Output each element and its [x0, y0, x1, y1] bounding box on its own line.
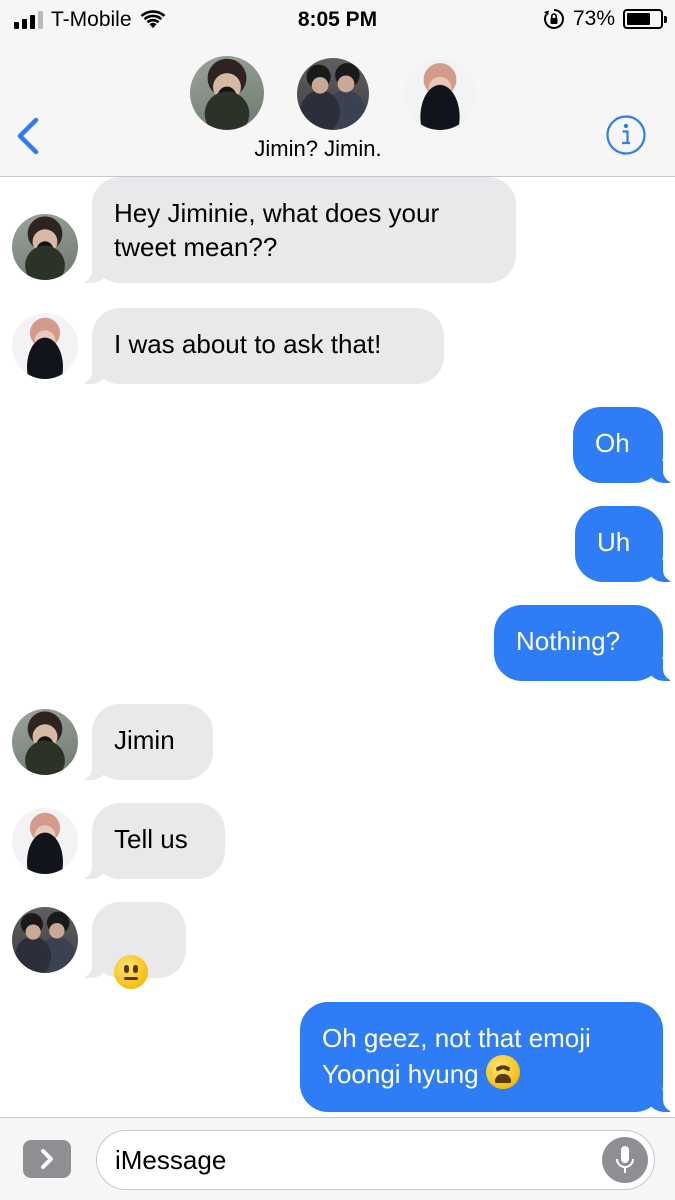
message-text: Oh geez, not that emoji Yoongi hyung	[322, 1023, 591, 1089]
message-bubble-outgoing[interactable]: Oh geez, not that emoji Yoongi hyung	[300, 1002, 675, 1112]
message-text: Oh	[595, 428, 630, 458]
message-text: Jimin	[114, 725, 175, 755]
message-input[interactable]: iMessage	[96, 1130, 655, 1190]
message-text: Hey Jiminie, what does your tweet mean??	[114, 198, 440, 262]
message-bubble-incoming[interactable]: Jimin	[78, 704, 213, 780]
orientation-lock-icon	[543, 9, 564, 29]
status-bar: T-Mobile 8:05 PM 73%	[0, 0, 675, 40]
weary-face-emoji-icon	[485, 1055, 520, 1089]
message-bubble-outgoing[interactable]: Nothing?	[494, 605, 675, 681]
sender-avatar-jimin[interactable]	[12, 808, 78, 874]
message-bubble-outgoing[interactable]: Uh	[575, 506, 675, 582]
message-bubble-incoming[interactable]	[78, 902, 186, 989]
message-text: Nothing?	[516, 626, 621, 656]
neutral-face-emoji-icon	[114, 955, 148, 989]
info-icon[interactable]	[605, 114, 647, 156]
message-text: Tell us	[114, 824, 188, 854]
jungkook-avatar	[190, 56, 264, 130]
group-photo-avatar	[297, 58, 369, 130]
sender-avatar-jimin[interactable]	[12, 313, 78, 379]
message-emoji	[114, 955, 148, 989]
jimin-avatar	[404, 58, 476, 130]
microphone-icon	[616, 1146, 634, 1173]
message-text: Uh	[597, 527, 631, 557]
dictation-button[interactable]	[602, 1137, 648, 1183]
message-text-content: Oh geez, not that emoji Yoongi hyung	[322, 1023, 591, 1089]
message-bubble-incoming[interactable]: Hey Jiminie, what does your tweet mean??	[78, 177, 516, 283]
battery-percentage: 73%	[572, 7, 615, 30]
participant-avatars[interactable]	[188, 56, 488, 132]
group-name[interactable]: Jimin? Jimin.	[0, 136, 636, 162]
message-bubble-outgoing[interactable]: Oh	[573, 407, 675, 483]
app-drawer-button[interactable]	[23, 1140, 71, 1178]
sender-avatar-jungkook[interactable]	[12, 709, 78, 775]
message-composer: iMessage	[0, 1117, 675, 1200]
battery-icon	[623, 9, 667, 29]
sender-avatar-jungkook[interactable]	[12, 214, 78, 280]
chevron-right-icon	[41, 1149, 53, 1169]
message-bubble-incoming[interactable]: I was about to ask that!	[78, 308, 444, 384]
message-bubble-incoming[interactable]: Tell us	[78, 803, 225, 879]
message-thread[interactable]: Hey Jiminie, what does your tweet mean??…	[0, 177, 675, 1117]
message-text: I was about to ask that!	[114, 329, 382, 359]
message-input-placeholder: iMessage	[115, 1145, 227, 1175]
battery-level	[627, 13, 651, 25]
conversation-header: Jimin? Jimin.	[0, 40, 675, 177]
status-right: 73%	[543, 7, 667, 31]
sender-avatar-group-photo[interactable]	[12, 907, 78, 973]
